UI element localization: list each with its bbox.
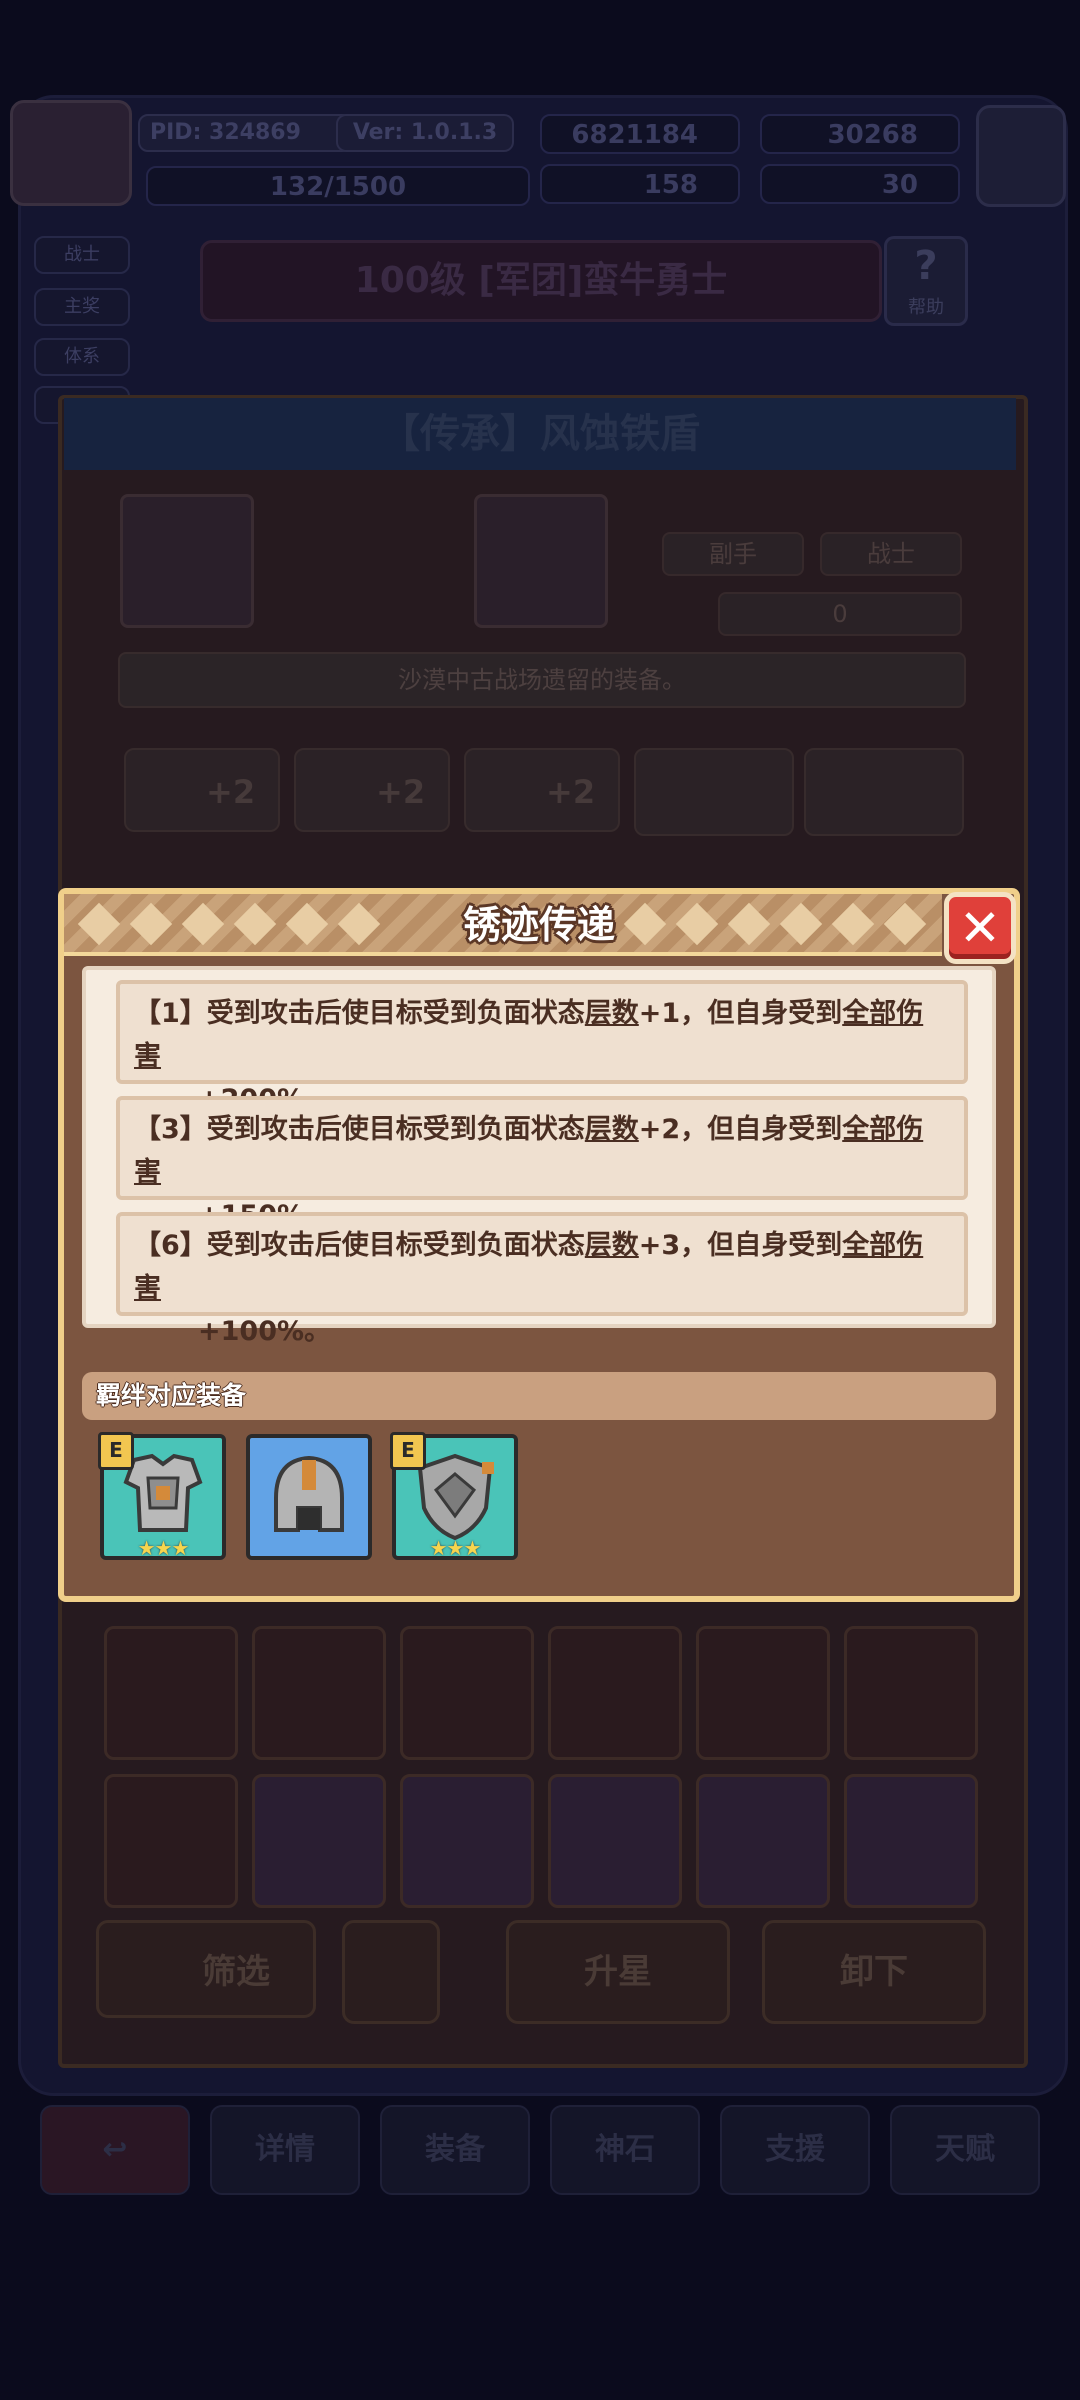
player-avatar[interactable] [10,100,132,206]
item-name: 【传承】风蚀铁盾 [64,398,1016,470]
bond-item-chest-armor[interactable]: E ★★★ [98,1432,226,1560]
currency-keys: 30 [760,164,960,204]
currency-gems: 158 [540,164,740,204]
bonus-empty-2 [804,748,964,836]
bond-item-helmet[interactable] [246,1434,372,1560]
inventory-slot[interactable] [252,1774,386,1908]
effect-text: 受到攻击后使目标受到负面状态 [206,1230,585,1261]
effect-text: 受到攻击后使目标受到负面状态 [206,998,585,1029]
side-tab-warrior[interactable]: 战士 [34,236,130,274]
nav-tab-support[interactable]: 支援 [720,2105,870,2195]
effects-list: 【1】受到攻击后使目标受到负面状态层数+1，但自身受到全部伤害 +200%。 【… [82,966,996,1347]
nav-tab-equipment[interactable]: 装备 [380,2105,530,2195]
inventory-slot[interactable] [104,1626,238,1760]
effect-row: 【3】受到攻击后使目标受到负面状态层数+2，但自身受到全部伤害 +150%。 [116,1096,968,1231]
inventory-slot[interactable] [548,1626,682,1760]
pid-label: PID: 324869 [138,114,352,152]
nav-tab-talent[interactable]: 天赋 [890,2105,1040,2195]
slot-type: 副手 [662,532,804,576]
star-rating: ★★★ [429,1536,482,1560]
exp-bar: 132/1500 [146,166,530,206]
class-type: 战士 [820,532,962,576]
bond-header: 羁绊对应装备 [82,1372,996,1420]
effect-text: +3，但自身受到 [638,1230,843,1261]
grade-badge: E [390,1432,426,1470]
bonus-2: +2 [294,748,450,832]
currency-tickets: 30268 [760,114,960,154]
set-effect-popup: 锈迹传递 ✕ 【1】受到攻击后使目标受到负面状态层数+1，但自身受到全部伤害 +… [58,888,1020,1602]
refresh-icon[interactable] [342,1920,440,2024]
inventory-slot[interactable] [844,1774,978,1908]
effect-tier: 【1】 [134,998,207,1029]
helmet-icon [274,1455,344,1532]
question-icon: ? [914,243,938,289]
hero-title: 100级 [军团]蛮牛勇士 [200,240,882,322]
stacks-link[interactable]: 层数 [585,1114,639,1145]
item-portrait [474,494,608,628]
effect-tier: 【3】 [134,1114,207,1145]
effect-value: +100%。 [198,1316,332,1347]
version-label: Ver: 1.0.1.3 [336,114,514,152]
unequip-button[interactable]: 卸下 [762,1920,986,2024]
item-description: 沙漠中古战场遗留的装备。 [118,652,966,708]
inventory-slot[interactable] [844,1626,978,1760]
side-tab-system[interactable]: 体系 [34,338,130,376]
stacks-link[interactable]: 层数 [585,1230,639,1261]
inventory-slot[interactable] [400,1626,534,1760]
effect-tier: 【6】 [134,1230,207,1261]
help-label: 帮助 [908,297,944,318]
inventory-slot[interactable] [400,1774,534,1908]
bonus-empty-1 [634,748,794,836]
effect-text: +1，但自身受到 [638,998,843,1029]
inventory-slot[interactable] [696,1774,830,1908]
grade-badge: E [98,1432,134,1470]
popup-title: 锈迹传递 [462,903,615,947]
inventory-slot[interactable] [252,1626,386,1760]
filter-button[interactable]: 筛选 [96,1920,316,2018]
inventory-slot[interactable] [548,1774,682,1908]
side-tab-main[interactable]: 主奖 [34,288,130,326]
stacks-link[interactable]: 层数 [585,998,639,1029]
inventory-slot[interactable] [696,1626,830,1760]
bonus-1: +2 [124,748,280,832]
close-button[interactable]: ✕ [944,892,1016,964]
inventory-slot[interactable] [104,1774,238,1908]
effect-row: 【1】受到攻击后使目标受到负面状态层数+1，但自身受到全部伤害 +200%。 [116,980,968,1115]
star-up-button[interactable]: 升星 [506,1920,730,2024]
currency-gold: 6821184 [540,114,740,154]
effect-text: 受到攻击后使目标受到负面状态 [206,1114,585,1145]
stat-value: 0 [718,592,962,636]
bonus-3: +2 [464,748,620,832]
hero-portrait [120,494,254,628]
nav-tab-details[interactable]: 详情 [210,2105,360,2195]
back-button[interactable]: ↩ [40,2105,190,2195]
help-button[interactable]: ? 帮助 [884,236,968,326]
effect-row: 【6】受到攻击后使目标受到负面状态层数+3，但自身受到全部伤害 +100%。 [116,1212,968,1347]
star-rating: ★★★ [137,1536,190,1560]
settings-gear-icon[interactable] [976,105,1066,207]
nav-tab-god-stone[interactable]: 神石 [550,2105,700,2195]
effect-text: +2，但自身受到 [638,1114,843,1145]
close-icon: ✕ [959,899,1001,957]
bond-item-shield[interactable]: E ★★★ [390,1432,518,1560]
